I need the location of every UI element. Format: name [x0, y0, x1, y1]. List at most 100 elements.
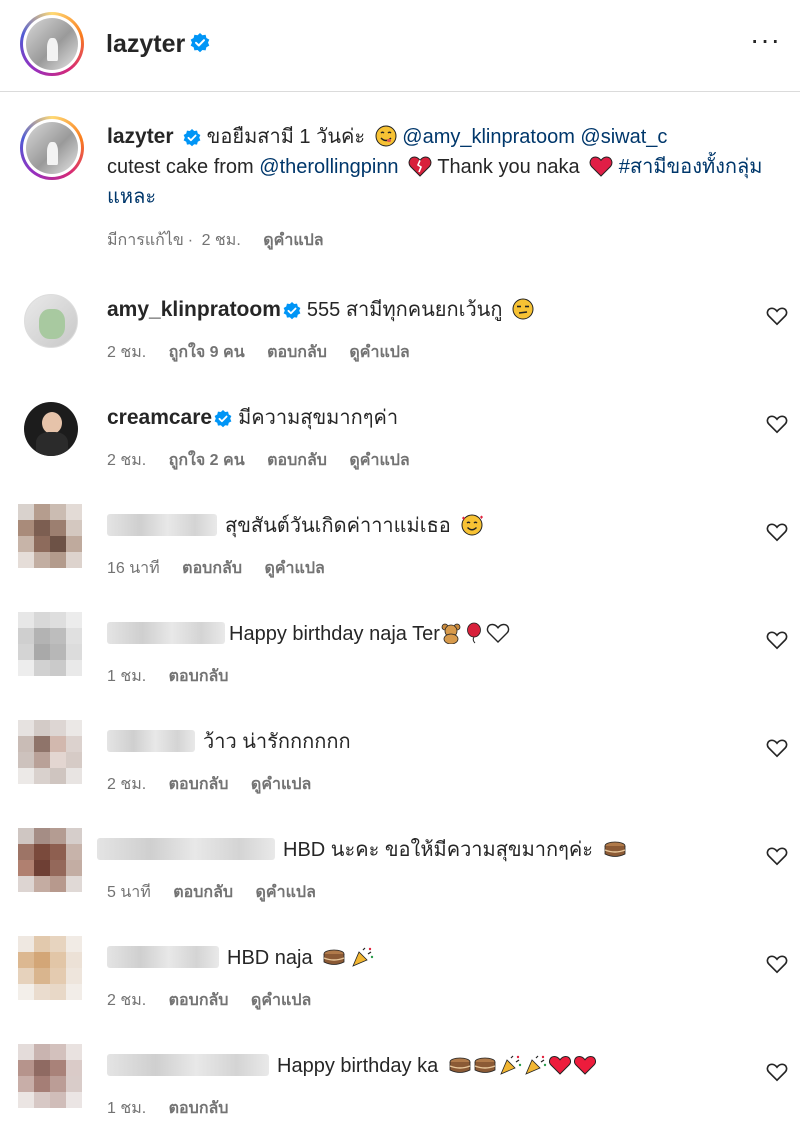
commenter-avatar[interactable] [18, 936, 82, 1000]
comment-body: HBD นะคะ ขอให้มีความสุขมากๆค่ะ [97, 836, 627, 864]
comment-text: มีความสุขมากๆค่า [238, 407, 399, 429]
like-heart-icon[interactable] [766, 630, 788, 650]
comment-time: 2 ชม. [107, 452, 147, 469]
like-heart-icon[interactable] [766, 954, 788, 974]
redacted-username[interactable] [107, 514, 217, 536]
comment-meta: 2 ชม. ถูกใจ 9 คน ตอบกลับ ดูคำแปล [107, 340, 428, 365]
comment-text: HBD naja [227, 947, 313, 969]
cake-icon [604, 841, 625, 857]
redacted-username[interactable] [107, 1054, 269, 1076]
comment-item: สุขสันต์วันเกิดค่าาาแม่เธอ 16 นาที ตอบกล… [0, 504, 800, 612]
comment-body: ว้าว น่ารักกกกกก [107, 728, 351, 756]
mention-siwat[interactable]: @siwat_c [580, 126, 667, 148]
broken-heart-icon [408, 156, 432, 177]
commenter-avatar[interactable] [18, 612, 82, 676]
caption-part-2: cutest cake from [107, 156, 260, 178]
comment-meta: 5 นาที ตอบกลับ ดูคำแปล [107, 880, 334, 905]
more-options-button[interactable]: ··· [750, 26, 781, 54]
see-translation-button[interactable]: ดูคำแปล [349, 452, 409, 469]
post-author-username[interactable]: lazyter [106, 30, 185, 59]
comment-item: HBD นะคะ ขอให้มีความสุขมากๆค่ะ 5 นาที ตอ… [0, 828, 800, 936]
party-popper-icon [352, 947, 374, 967]
comment-item: amy_klinpratoom 555 สามีทุกคนยกเว้นกู 2 ช… [0, 288, 800, 396]
see-translation-button[interactable]: ดูคำแปล [263, 232, 323, 249]
reply-button[interactable]: ตอบกลับ [182, 560, 242, 577]
reply-button[interactable]: ตอบกลับ [169, 668, 229, 685]
reply-button[interactable]: ตอบกลับ [169, 992, 229, 1009]
comment-time: 1 ชม. [107, 1100, 147, 1117]
like-heart-icon[interactable] [766, 306, 788, 326]
caption-username[interactable]: lazyter [107, 125, 174, 148]
smiling-face-with-hearts-icon [461, 514, 484, 536]
reply-button[interactable]: ตอบกลับ [169, 776, 229, 793]
unamused-face-icon [512, 298, 534, 320]
reply-button[interactable]: ตอบกลับ [267, 344, 327, 361]
like-heart-icon[interactable] [766, 846, 788, 866]
redacted-username[interactable] [97, 838, 275, 860]
comment-time: 1 ชม. [107, 668, 147, 685]
see-translation-button[interactable]: ดูคำแปล [256, 884, 316, 901]
comment-username[interactable]: creamcare [107, 406, 212, 429]
reply-button[interactable]: ตอบกลับ [173, 884, 233, 901]
cake-icon [449, 1057, 471, 1073]
commenter-avatar[interactable] [24, 294, 78, 348]
caption-part-3: Thank you naka [432, 156, 586, 178]
comment-meta: 2 ชม. ตอบกลับ ดูคำแปล [107, 772, 329, 797]
commenter-avatar[interactable] [18, 1044, 82, 1108]
see-translation-button[interactable]: ดูคำแปล [251, 992, 311, 1009]
comment-text: Happy birthday ka [277, 1055, 439, 1077]
cake-icon [474, 1057, 496, 1073]
cake-icon [323, 949, 345, 965]
commenter-avatar[interactable] [24, 402, 78, 456]
party-popper-icon [525, 1055, 546, 1075]
comment-item: ว้าว น่ารักกกกกก 2 ชม. ตอบกลับ ดูคำแปล [0, 720, 800, 828]
comment-text: 555 สามีทุกคนยกเว้นกู [306, 299, 503, 321]
comment-body: Happy birthday ka [107, 1052, 597, 1080]
comment-time: 2 ชม. [107, 992, 147, 1009]
mention-amy[interactable]: @amy_klinpratoom [402, 126, 575, 148]
mention-therollingpinn[interactable]: @therollingpinn [259, 156, 398, 178]
post-header: lazyter ··· [0, 0, 800, 92]
balloon-icon [466, 622, 481, 644]
comment-item: Happy birthday ka 1 ชม. ตอบกลับ [0, 1044, 800, 1134]
redacted-username[interactable] [107, 730, 195, 752]
like-heart-icon[interactable] [766, 522, 788, 542]
comment-time: 2 ชม. [107, 776, 147, 793]
see-translation-button[interactable]: ดูคำแปล [251, 776, 311, 793]
redacted-username[interactable] [107, 946, 219, 968]
reply-button[interactable]: ตอบกลับ [267, 452, 327, 469]
comment-likes[interactable]: ถูกใจ 2 คน [169, 452, 245, 469]
like-heart-icon[interactable] [766, 1062, 788, 1082]
comment-text: HBD นะคะ ขอให้มีความสุขมากๆค่ะ [283, 839, 593, 861]
reply-button[interactable]: ตอบกลับ [169, 1100, 229, 1117]
comment-username[interactable]: amy_klinpratoom [107, 298, 281, 321]
verified-badge-icon [190, 33, 210, 53]
verified-badge-icon [283, 302, 301, 320]
like-heart-icon[interactable] [766, 738, 788, 758]
commenter-avatar[interactable] [18, 828, 82, 892]
comment-meta: 16 นาที ตอบกลับ ดูคำแปล [107, 556, 343, 581]
commenter-avatar[interactable] [18, 720, 82, 784]
party-popper-icon [500, 1055, 521, 1075]
commenter-avatar[interactable] [18, 504, 82, 568]
yum-face-icon [375, 125, 397, 147]
see-translation-button[interactable]: ดูคำแปล [349, 344, 409, 361]
comment-likes[interactable]: ถูกใจ 9 คน [169, 344, 245, 361]
comment-body: amy_klinpratoom 555 สามีทุกคนยกเว้นกู [107, 296, 534, 324]
caption-time: 2 ชม. [201, 232, 241, 249]
comment-body: HBD naja [107, 944, 374, 972]
see-translation-button[interactable]: ดูคำแปล [264, 560, 324, 577]
red-heart-icon [548, 1055, 571, 1075]
white-heart-icon [486, 623, 510, 643]
comment-body: creamcare มีความสุขมากๆค่า [107, 404, 398, 432]
verified-badge-icon [183, 129, 201, 147]
verified-badge-icon [214, 410, 232, 428]
like-heart-icon[interactable] [766, 414, 788, 434]
post-author-avatar[interactable] [20, 12, 84, 76]
comment-item: Happy birthday naja Ter 1 ชม. ตอบกลับ [0, 612, 800, 720]
caption-author-avatar[interactable] [20, 116, 84, 180]
comment-time: 2 ชม. [107, 344, 147, 361]
comment-item: HBD naja 2 ชม. ตอบกลับ ดูคำแปล [0, 936, 800, 1044]
comment-text: Happy birthday naja Ter [229, 623, 440, 645]
redacted-username[interactable] [107, 622, 225, 644]
